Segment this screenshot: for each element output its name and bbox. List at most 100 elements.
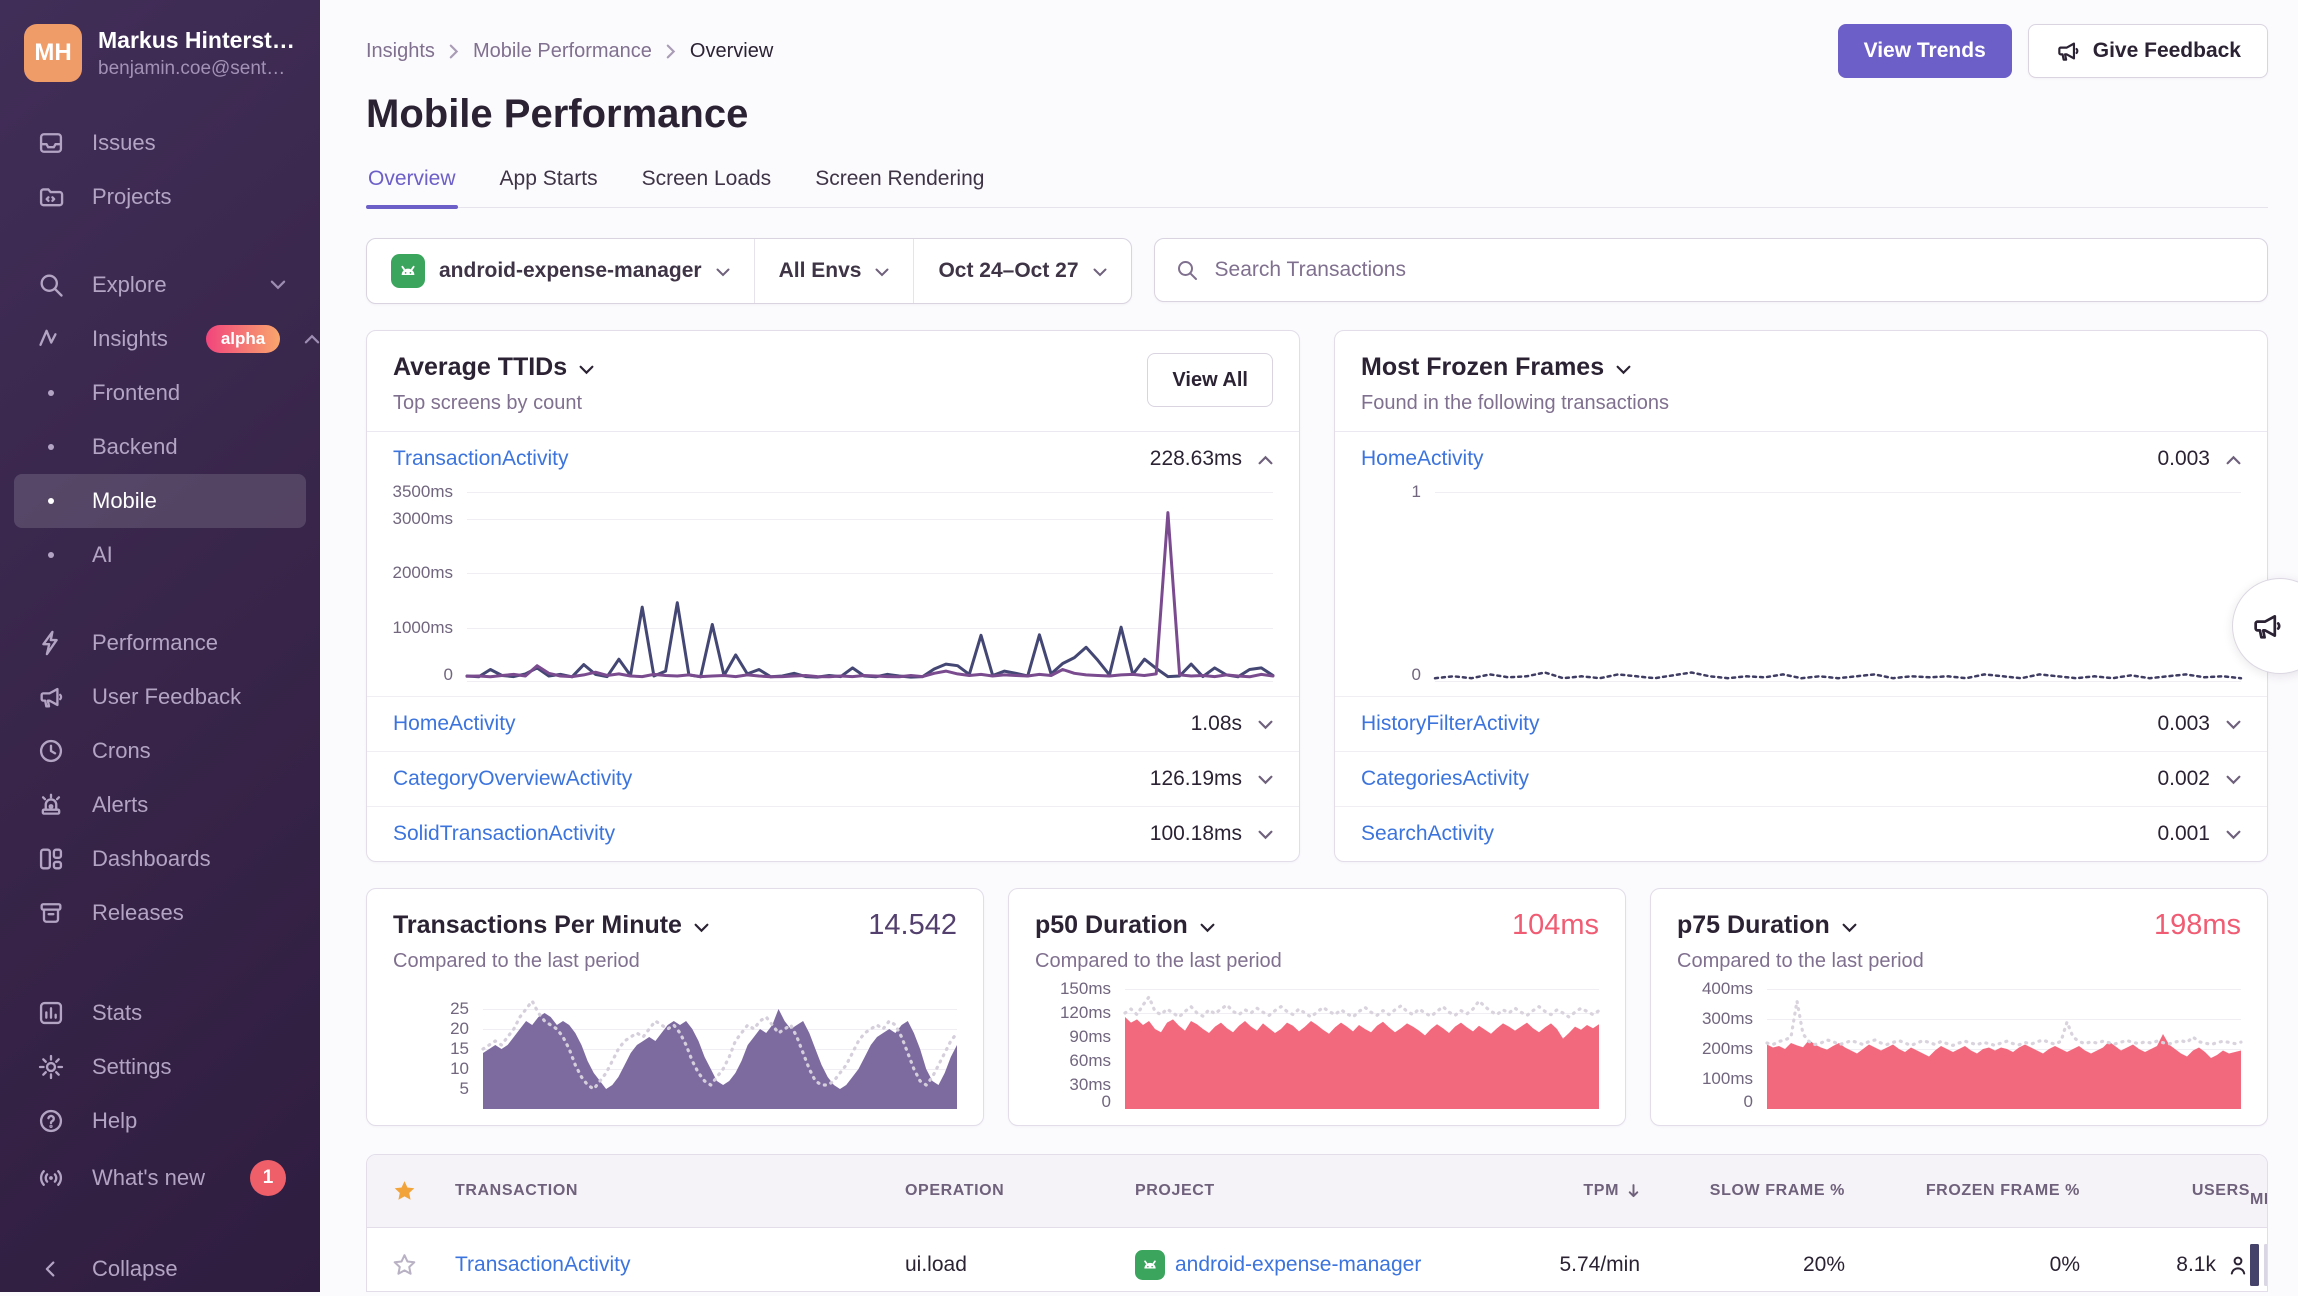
search-transactions-input[interactable] — [1213, 257, 2247, 283]
breadcrumb-separator-icon — [666, 44, 676, 59]
star-icon — [391, 1178, 418, 1205]
tab-screen-loads[interactable]: Screen Loads — [640, 161, 774, 207]
most-frozen-frames-title[interactable]: Most Frozen Frames — [1361, 353, 1669, 382]
chevron-down-icon[interactable] — [1258, 767, 1273, 791]
user-misery-bar — [2250, 1244, 2268, 1286]
project-filter[interactable]: android-expense-manager — [367, 239, 754, 303]
view-trends-button[interactable]: View Trends — [1838, 24, 2012, 78]
archive-icon — [34, 898, 68, 928]
column-tpm[interactable]: TPM — [1465, 1182, 1640, 1200]
column-operation[interactable]: OPERATION — [905, 1182, 1135, 1200]
bullet-icon — [34, 432, 68, 462]
column-frozen-frame[interactable]: FROZEN FRAME % — [1845, 1182, 2080, 1200]
chevron-down-icon — [694, 911, 709, 940]
siren-icon — [34, 790, 68, 820]
frozen-row-search[interactable]: SearchActivity 0.001 — [1335, 806, 2267, 861]
row-star-toggle[interactable] — [391, 1252, 455, 1279]
sort-desc-icon — [1627, 1183, 1640, 1199]
sidebar-item-releases[interactable]: Releases — [14, 886, 306, 940]
column-transaction[interactable]: TRANSACTION — [455, 1182, 905, 1200]
frozen-expanded-row[interactable]: HomeActivity 0.003 — [1335, 432, 2267, 486]
sidebar-item-explore[interactable]: Explore — [14, 258, 306, 312]
breadcrumb-overview[interactable]: Overview — [690, 40, 773, 63]
tpm-card-title[interactable]: Transactions Per Minute — [393, 911, 709, 940]
ttid-expanded-row[interactable]: TransactionActivity 228.63ms — [367, 432, 1299, 486]
tab-app-starts[interactable]: App Starts — [498, 161, 600, 207]
p50-duration-card: p50 Duration 104ms Compared to the last … — [1008, 888, 1626, 1126]
row-transaction-link[interactable]: TransactionActivity — [455, 1253, 630, 1277]
column-user-misery[interactable]: USER MISERY — [2250, 1173, 2268, 1209]
chevron-up-icon[interactable] — [1258, 447, 1273, 471]
ttid-row-home[interactable]: HomeActivity 1.08s — [367, 696, 1299, 751]
sidebar-item-mobile[interactable]: Mobile — [14, 474, 306, 528]
sidebar-item-alerts[interactable]: Alerts — [14, 778, 306, 832]
column-slow-frame[interactable]: SLOW FRAME % — [1640, 1182, 1845, 1200]
sidebar-item-whats-new[interactable]: What's new 1 — [14, 1148, 306, 1208]
lightning-icon — [34, 628, 68, 658]
sidebar-item-issues[interactable]: Issues — [14, 116, 306, 170]
star-outline-icon — [391, 1252, 418, 1279]
sidebar-item-crons[interactable]: Crons — [14, 724, 306, 778]
sidebar-item-performance[interactable]: Performance — [14, 616, 306, 670]
main-content: Insights Mobile Performance Overview Vie… — [320, 0, 2298, 1292]
row-project-link[interactable]: android-expense-manager — [1175, 1253, 1421, 1277]
p75-value: 198ms — [2154, 909, 2241, 942]
sidebar-item-projects[interactable]: Projects — [14, 170, 306, 224]
column-users[interactable]: USERS — [2080, 1182, 2250, 1200]
clock-icon — [34, 736, 68, 766]
star-column-header[interactable] — [391, 1178, 455, 1205]
tab-screen-rendering[interactable]: Screen Rendering — [813, 161, 986, 207]
average-ttids-title[interactable]: Average TTIDs — [393, 353, 594, 382]
view-all-button[interactable]: View All — [1147, 353, 1273, 407]
sidebar: MH Markus Hinterst… benjamin.coe@sent… I… — [0, 0, 320, 1292]
bullet-icon — [34, 378, 68, 408]
row-project: android-expense-manager — [1135, 1250, 1465, 1280]
average-ttids-panel: Average TTIDs Top screens by count View … — [366, 330, 1300, 862]
chevron-down-icon — [875, 259, 889, 283]
help-icon — [34, 1106, 68, 1136]
environment-filter[interactable]: All Envs — [754, 239, 914, 303]
sidebar-collapse-button[interactable]: Collapse — [14, 1242, 306, 1296]
table-header: TRANSACTION OPERATION PROJECT TPM SLOW F… — [367, 1155, 2267, 1228]
chevron-down-icon — [1842, 911, 1857, 940]
p50-card-title[interactable]: p50 Duration — [1035, 911, 1215, 940]
frozen-row-historyfilter[interactable]: HistoryFilterActivity 0.003 — [1335, 696, 2267, 751]
p75-card-title[interactable]: p75 Duration — [1677, 911, 1857, 940]
frozen-row-categories[interactable]: CategoriesActivity 0.002 — [1335, 751, 2267, 806]
chevron-down-icon[interactable] — [2226, 712, 2241, 736]
tab-overview[interactable]: Overview — [366, 161, 458, 207]
sidebar-item-frontend[interactable]: Frontend — [14, 366, 306, 420]
user-menu[interactable]: MH Markus Hinterst… benjamin.coe@sent… — [0, 24, 320, 82]
sidebar-item-insights[interactable]: Insights alpha — [14, 312, 306, 366]
broadcast-icon — [34, 1163, 68, 1193]
column-project[interactable]: PROJECT — [1135, 1182, 1465, 1200]
most-frozen-frames-panel: Most Frozen Frames Found in the followin… — [1334, 330, 2268, 862]
transaction-link[interactable]: TransactionActivity — [393, 447, 568, 471]
date-range-filter[interactable]: Oct 24–Oct 27 — [913, 239, 1130, 303]
row-frozen-frame: 0% — [1845, 1253, 2080, 1277]
sidebar-item-help[interactable]: Help — [14, 1094, 306, 1148]
sidebar-item-ai[interactable]: AI — [14, 528, 306, 582]
chevron-up-icon[interactable] — [2226, 447, 2241, 471]
search-icon — [1175, 258, 1199, 282]
sidebar-item-settings[interactable]: Settings — [14, 1040, 306, 1094]
average-ttids-subtitle: Top screens by count — [393, 392, 594, 415]
dashboards-icon — [34, 844, 68, 874]
give-feedback-button[interactable]: Give Feedback — [2028, 24, 2268, 78]
user-name: Markus Hinterst… — [98, 27, 295, 54]
chevron-down-icon[interactable] — [2226, 822, 2241, 846]
ttid-row-solidtransaction[interactable]: SolidTransactionActivity 100.18ms — [367, 806, 1299, 861]
ttid-row-categoryoverview[interactable]: CategoryOverviewActivity 126.19ms — [367, 751, 1299, 806]
breadcrumb-mobile-performance[interactable]: Mobile Performance — [473, 40, 652, 63]
chevron-down-icon[interactable] — [1258, 712, 1273, 736]
sidebar-item-dashboards[interactable]: Dashboards — [14, 832, 306, 886]
chevron-down-icon[interactable] — [1258, 822, 1273, 846]
chevron-down-icon[interactable] — [2226, 767, 2241, 791]
sidebar-item-user-feedback[interactable]: User Feedback — [14, 670, 306, 724]
sidebar-item-stats[interactable]: Stats — [14, 986, 306, 1040]
sidebar-item-backend[interactable]: Backend — [14, 420, 306, 474]
breadcrumb-insights[interactable]: Insights — [366, 40, 435, 63]
avatar: MH — [24, 24, 82, 82]
row-slow-frame: 20% — [1640, 1253, 1845, 1277]
p75-duration-card: p75 Duration 198ms Compared to the last … — [1650, 888, 2268, 1126]
